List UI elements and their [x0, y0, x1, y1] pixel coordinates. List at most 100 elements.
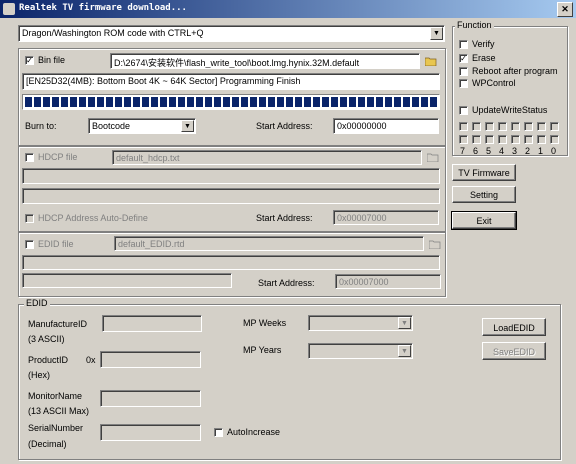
status-message: [EN25D32(4MB): Bottom Boot 4K ~ 64K Sect… — [22, 73, 440, 90]
update-write-status-checkbox[interactable] — [459, 106, 468, 115]
bit-1-checkbox-1[interactable] — [537, 122, 546, 131]
serial-number-label: SerialNumber — [28, 423, 84, 433]
folder-icon[interactable] — [425, 56, 437, 66]
chevron-down-icon[interactable]: ▼ — [430, 27, 443, 40]
bit-4-checkbox-2[interactable] — [498, 135, 507, 144]
verify-checkbox[interactable] — [459, 40, 468, 49]
bit-5-checkbox-2[interactable] — [485, 135, 494, 144]
load-edid-button[interactable]: LoadEDID — [482, 318, 546, 336]
hdcp-start-address-input[interactable]: 0x00007000 — [333, 210, 439, 225]
manufacture-id-input[interactable] — [102, 315, 202, 332]
manufacture-id-label: ManufactureID — [28, 319, 88, 329]
bit-3-checkbox-2[interactable] — [511, 135, 520, 144]
chevron-down-icon[interactable]: ▼ — [398, 317, 411, 329]
tv-firmware-button[interactable]: TV Firmware — [452, 164, 516, 181]
exit-button[interactable]: Exit — [451, 211, 517, 230]
bit-label: 7 — [460, 146, 466, 156]
bit-label: 0 — [551, 146, 557, 156]
product-id-input[interactable] — [100, 351, 201, 368]
wpcontrol-label: WPControl — [472, 78, 516, 88]
monitor-name-label: MonitorName — [28, 391, 83, 401]
edid-progress-field — [22, 273, 232, 288]
hdcp-status-field — [22, 168, 440, 184]
title-bar: Realtek TV firmware download... ✕ — [0, 0, 576, 18]
bin-file-checkbox[interactable]: ✓ — [25, 56, 34, 65]
bit-label: 2 — [525, 146, 531, 156]
bit-6-checkbox-2[interactable] — [472, 135, 481, 144]
auto-increase-label: AutoIncrease — [227, 427, 281, 437]
burn-to-select[interactable]: Bootcode ▼ — [88, 118, 196, 134]
bit-label: 3 — [512, 146, 518, 156]
product-id-sublabel: (Hex) — [28, 370, 50, 380]
mp-years-select[interactable]: ▼ — [308, 343, 413, 359]
burn-to-label: Burn to: — [25, 121, 57, 131]
function-group-title: Function — [455, 20, 494, 30]
update-write-status-label: UpdateWriteStatus — [472, 105, 548, 115]
close-button[interactable]: ✕ — [557, 2, 573, 17]
setting-button[interactable]: Setting — [452, 186, 516, 203]
mp-weeks-label: MP Weeks — [243, 318, 287, 328]
bit-0-checkbox-1[interactable] — [550, 122, 559, 131]
progress-fill — [25, 97, 437, 107]
hdcp-start-address-label: Start Address: — [256, 213, 313, 223]
hdcp-file-label: HDCP file — [38, 152, 78, 162]
bit-1-checkbox-2[interactable] — [537, 135, 546, 144]
bit-7-checkbox-2[interactable] — [459, 135, 468, 144]
start-address-label: Start Address: — [256, 121, 313, 131]
erase-checkbox[interactable]: ✓ — [459, 54, 468, 63]
folder-icon[interactable] — [429, 239, 441, 249]
edid-start-address-label: Start Address: — [258, 278, 315, 288]
bit-label: 1 — [538, 146, 544, 156]
bit-label: 4 — [499, 146, 505, 156]
start-address-input[interactable]: 0x00000000 — [333, 118, 439, 134]
monitor-name-sublabel: (13 ASCII Max) — [28, 406, 90, 416]
verify-label: Verify — [472, 39, 495, 49]
bit-7-checkbox-1[interactable] — [459, 122, 468, 131]
manufacture-id-sublabel: (3 ASCII) — [28, 334, 65, 344]
folder-icon[interactable] — [427, 152, 439, 162]
chevron-down-icon[interactable]: ▼ — [398, 345, 411, 357]
bit-3-checkbox-1[interactable] — [511, 122, 520, 131]
erase-label: Erase — [472, 53, 496, 63]
hdcp-auto-define-label: HDCP Address Auto-Define — [38, 213, 148, 223]
bit-label: 6 — [473, 146, 479, 156]
window-title: Realtek TV firmware download... — [19, 3, 187, 13]
mp-weeks-select[interactable]: ▼ — [308, 315, 413, 331]
hdcp-auto-define-checkbox[interactable] — [25, 214, 34, 223]
edid-start-address-input[interactable]: 0x00007000 — [335, 274, 441, 289]
platform-select-value: Dragon/Washington ROM code with CTRL+Q — [22, 28, 204, 38]
hdcp-file-checkbox[interactable] — [25, 153, 34, 162]
edid-group-title: EDID — [24, 298, 50, 308]
app-icon — [3, 3, 15, 15]
bit-2-checkbox-1[interactable] — [524, 122, 533, 131]
burn-to-value: Bootcode — [92, 121, 131, 131]
hdcp-progress-field — [22, 188, 440, 204]
bit-label: 5 — [486, 146, 492, 156]
chevron-down-icon[interactable]: ▼ — [181, 120, 194, 132]
wpcontrol-checkbox[interactable] — [459, 79, 468, 88]
auto-increase-checkbox[interactable] — [214, 428, 223, 437]
bit-4-checkbox-1[interactable] — [498, 122, 507, 131]
edid-file-checkbox[interactable] — [25, 240, 34, 249]
save-edid-button[interactable]: SaveEDID — [482, 342, 546, 360]
progress-bar — [22, 94, 440, 110]
mp-years-label: MP Years — [243, 345, 282, 355]
product-id-prefix: 0x — [86, 355, 96, 365]
bin-file-path-input[interactable]: D:\2674\安装软件\flash_write_tool\boot.lmg.h… — [110, 53, 420, 69]
monitor-name-input[interactable] — [100, 390, 201, 407]
product-id-label: ProductID — [28, 355, 69, 365]
edid-file-label: EDID file — [38, 239, 74, 249]
hdcp-file-path-input[interactable]: default_hdcp.txt — [112, 150, 422, 165]
edid-file-path-input[interactable]: default_EDID.rtd — [114, 236, 424, 251]
bit-5-checkbox-1[interactable] — [485, 122, 494, 131]
bit-2-checkbox-2[interactable] — [524, 135, 533, 144]
serial-number-input[interactable] — [100, 424, 201, 441]
bit-6-checkbox-1[interactable] — [472, 122, 481, 131]
edid-status-field — [22, 255, 440, 270]
bin-file-label: Bin file — [38, 55, 66, 65]
platform-select[interactable]: Dragon/Washington ROM code with CTRL+Q ▼ — [18, 25, 445, 42]
reboot-checkbox[interactable] — [459, 67, 468, 76]
serial-number-sublabel: (Decimal) — [28, 439, 67, 449]
reboot-label: Reboot after program — [472, 66, 558, 76]
bit-0-checkbox-2[interactable] — [550, 135, 559, 144]
